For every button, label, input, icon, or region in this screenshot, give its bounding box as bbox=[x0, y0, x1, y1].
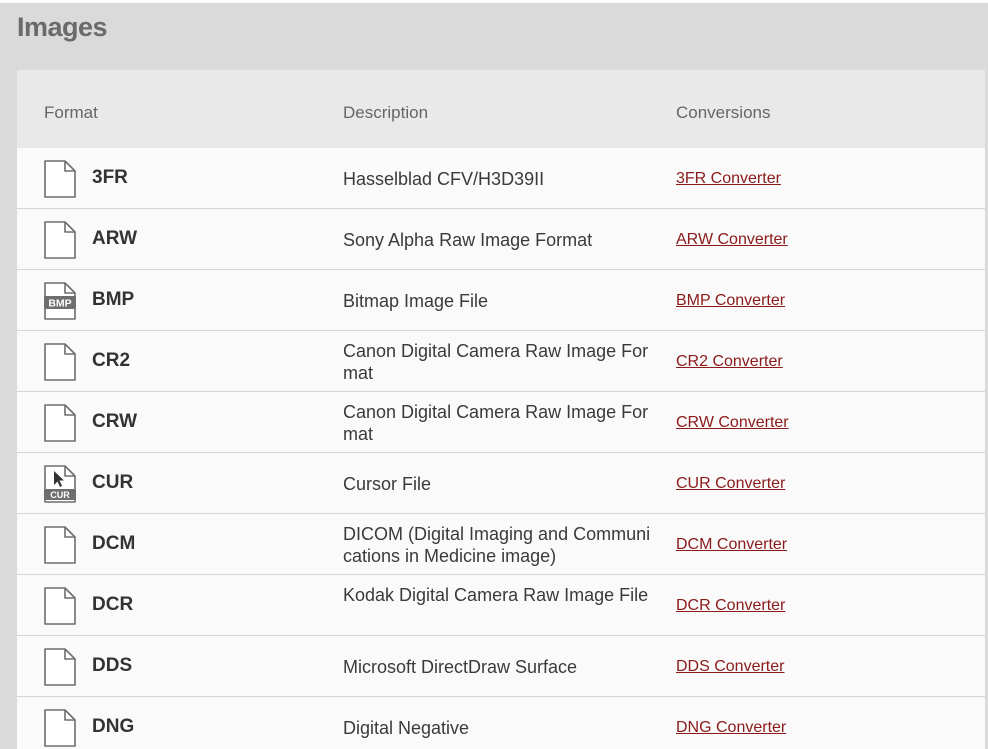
file-icon bbox=[44, 587, 76, 625]
table-row: ARW Sony Alpha Raw Image Format ARW Conver… bbox=[17, 209, 985, 270]
converter-link[interactable]: DCM Converter bbox=[676, 536, 787, 554]
header-conversions: Conversions bbox=[676, 103, 771, 122]
table-row: DDS Microsoft DirectDraw Surface DDS Conve… bbox=[17, 636, 985, 697]
converter-link[interactable]: ARW Converter bbox=[676, 231, 788, 249]
converter-link[interactable]: 3FR Converter bbox=[676, 170, 781, 188]
file-icon bbox=[44, 648, 76, 686]
format-description: Kodak Digital Camera Raw Image File bbox=[343, 585, 649, 605]
converter-link[interactable]: CUR Converter bbox=[676, 475, 785, 493]
converter-link[interactable]: DDS Converter bbox=[676, 658, 784, 676]
file-icon bbox=[44, 526, 76, 564]
table-row: 3FR Hasselblad CFV/H3D39II 3FR Converter bbox=[17, 148, 985, 209]
table-row: DNG Digital Negative DNG Converter bbox=[17, 697, 985, 749]
cur-file-icon: CUR bbox=[44, 465, 76, 503]
format-description: Canon Digital Camera Raw Image Format bbox=[343, 341, 649, 383]
format-name: DNG bbox=[92, 716, 135, 737]
file-icon bbox=[44, 221, 76, 259]
svg-text:BMP: BMP bbox=[48, 298, 71, 310]
table-row: CRW Canon Digital Camera Raw Image Format… bbox=[17, 392, 985, 453]
format-name: DCM bbox=[92, 533, 136, 554]
top-border bbox=[0, 0, 988, 3]
file-icon bbox=[44, 404, 76, 442]
format-description: Sony Alpha Raw Image Format bbox=[343, 230, 593, 250]
converter-link[interactable]: CR2 Converter bbox=[676, 353, 783, 371]
format-description: Hasselblad CFV/H3D39II bbox=[343, 169, 545, 189]
table-row: DCM DICOM (Digital Imaging and Communicat… bbox=[17, 514, 985, 575]
format-name: 3FR bbox=[92, 167, 128, 188]
header-format: Format bbox=[44, 103, 98, 122]
converter-link[interactable]: DNG Converter bbox=[676, 719, 786, 737]
converter-link[interactable]: CRW Converter bbox=[676, 414, 789, 432]
format-name: ARW bbox=[92, 228, 138, 249]
header-description: Description bbox=[343, 103, 429, 122]
converter-link[interactable]: BMP Converter bbox=[676, 292, 785, 310]
file-icon bbox=[44, 160, 76, 198]
formats-table: Format Description Conversions 3FR Hassel… bbox=[17, 70, 985, 749]
format-description: Canon Digital Camera Raw Image Format bbox=[343, 402, 649, 444]
table-row: DCR Kodak Digital Camera Raw Image File DC… bbox=[17, 575, 985, 636]
bmp-file-icon: BMP bbox=[44, 282, 76, 320]
section-title: Images bbox=[17, 12, 108, 42]
format-description: Digital Negative bbox=[343, 718, 470, 738]
table-body: 3FR Hasselblad CFV/H3D39II 3FR Converter AR… bbox=[17, 148, 985, 749]
svg-text:CUR: CUR bbox=[50, 490, 70, 500]
format-name: BMP bbox=[92, 289, 135, 310]
format-name: CUR bbox=[92, 472, 134, 493]
format-name: CRW bbox=[92, 411, 138, 432]
table-header: Format Description Conversions bbox=[17, 70, 985, 148]
format-name: DCR bbox=[92, 594, 134, 615]
format-description: Microsoft DirectDraw Surface bbox=[343, 657, 578, 677]
format-description: Bitmap Image File bbox=[343, 291, 489, 311]
format-description: DICOM (Digital Imaging and Communication… bbox=[343, 524, 651, 566]
format-name: CR2 bbox=[92, 350, 131, 371]
file-icon bbox=[44, 709, 76, 747]
format-description: Cursor File bbox=[343, 474, 432, 494]
table-row: BMP BMP Bitmap Image File BMP Converter bbox=[17, 270, 985, 331]
file-icon bbox=[44, 343, 76, 381]
table-row: CR2 Canon Digital Camera Raw Image Format… bbox=[17, 331, 985, 392]
table-row: CUR CUR Cursor File CUR Converter bbox=[17, 453, 985, 514]
converter-link[interactable]: DCR Converter bbox=[676, 597, 785, 615]
format-name: DDS bbox=[92, 655, 133, 676]
